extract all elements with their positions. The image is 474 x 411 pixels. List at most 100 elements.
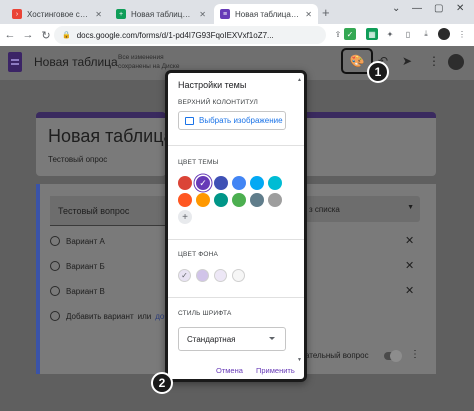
profile-avatar[interactable] [438,28,450,40]
radio-icon [50,261,60,271]
hosting-favicon-icon: › [12,9,22,19]
browser-tab-2[interactable]: + Новая таблица - Goo ✕ [110,4,212,24]
share-icon[interactable]: ⇪ [332,28,344,40]
question-title-field[interactable]: Тестовый вопрос [50,196,166,226]
sidebar-icon[interactable]: ▯ [402,28,414,40]
extension-sheets-icon[interactable]: ▦ [366,28,378,40]
send-icon[interactable]: ➤ [402,54,412,68]
bg-color-swatch-selected[interactable]: ✓ [178,269,191,282]
font-section-label: СТИЛЬ ШРИФТА [178,310,232,317]
panel-scrollbar[interactable]: ▲ ▼ [297,77,302,363]
save-status: Все изменения сохранены на Диске [118,54,180,70]
minimize-icon[interactable]: — [412,3,422,14]
panel-title: Настройки темы [178,80,247,90]
theme-color-swatch[interactable] [178,176,192,190]
image-icon [185,116,194,125]
forms-favicon-icon: ≡ [220,9,230,19]
theme-color-swatch[interactable] [268,176,282,190]
more-options-icon[interactable]: ⋮ [428,54,440,68]
account-avatar[interactable] [448,54,464,70]
step-badge-2: 2 [151,372,173,394]
remove-option-icon[interactable]: ✕ [405,234,414,247]
close-icon[interactable]: ✕ [95,10,102,19]
choose-image-label: Выбрать изображение [199,116,283,125]
scroll-up-icon[interactable]: ▲ [297,77,302,83]
cancel-button[interactable]: Отмена [216,366,243,375]
browser-menu-icon[interactable]: ⋮ [456,28,468,40]
theme-color-swatch[interactable] [268,193,282,207]
add-custom-color-icon[interactable]: + [178,210,192,224]
forward-icon[interactable]: → [20,29,36,41]
tab-search-icon[interactable]: ⌄ [392,3,400,14]
reload-icon[interactable]: ↻ [38,29,54,42]
theme-color-swatch[interactable] [250,176,264,190]
step-badge-1: 1 [367,61,389,83]
font-style-value: Стандартная [187,334,236,344]
question-type-select[interactable]: з списка ▼ [305,196,420,222]
choose-image-button[interactable]: Выбрать изображение [178,111,286,130]
theme-color-swatch[interactable] [196,193,210,207]
required-label: ательный вопрос [305,351,369,360]
option-label[interactable]: Вариант А [66,237,105,246]
bg-color-swatch[interactable] [196,269,209,282]
check-icon: ✓ [199,177,207,188]
theme-color-swatch[interactable] [250,193,264,207]
font-style-select[interactable]: Стандартная [178,327,286,351]
maximize-icon[interactable]: ▢ [434,3,443,14]
theme-color-swatch-selected[interactable]: ✓ [196,176,210,190]
theme-color-swatch[interactable] [214,176,228,190]
theme-color-swatch[interactable] [232,193,246,207]
dropdown-arrow-icon [269,337,275,340]
scroll-down-icon[interactable]: ▼ [297,357,302,363]
bg-color-swatch[interactable] [232,269,245,282]
form-title[interactable]: Новая таблица [48,126,174,147]
question-more-icon[interactable]: ⋮ [410,349,420,360]
tab-label: Новая таблица - Goo [131,9,193,19]
browser-tab-3-active[interactable]: ≡ Новая таблица - Goo ✕ [214,4,318,24]
apply-button[interactable]: Применить [256,366,295,375]
form-description[interactable]: Тестовый опрос [48,155,107,164]
back-icon[interactable]: ← [2,29,18,41]
extension-check-icon[interactable]: ✓ [344,28,356,40]
browser-tab-1[interactable]: › Хостинговое сообще ✕ [6,4,108,24]
window-close-icon[interactable]: ✕ [456,3,464,14]
tab-label: Хостинговое сообще [27,9,89,19]
theme-color-section-label: ЦВЕТ ТЕМЫ [178,159,219,166]
option-label[interactable]: Вариант В [66,287,105,296]
tab-label: Новая таблица - Goo [235,9,299,19]
radio-icon [50,286,60,296]
download-icon[interactable]: ⤓ [420,28,432,40]
url-text: docs.google.com/forms/d/1-pd4I7G93FqoIEX… [76,30,274,40]
document-title[interactable]: Новая таблица [34,55,118,69]
divider [168,145,304,146]
remove-option-icon[interactable]: ✕ [405,284,414,297]
bg-color-section-label: ЦВЕТ ФОНА [178,251,219,258]
theme-color-swatch[interactable] [214,193,228,207]
bg-color-swatch[interactable] [214,269,227,282]
google-forms-logo-icon[interactable] [8,52,22,72]
sheets-favicon-icon: + [116,9,126,19]
remove-option-icon[interactable]: ✕ [405,259,414,272]
theme-color-swatch[interactable] [178,193,192,207]
question-type-label: з списка [309,205,340,214]
browser-tabstrip: › Хостинговое сообще ✕ + Новая таблица -… [0,0,474,24]
radio-icon [50,236,60,246]
address-bar[interactable]: 🔒 docs.google.com/forms/d/1-pd4I7G93FqoI… [54,26,326,44]
theme-color-swatch[interactable] [232,176,246,190]
form-title-card-right [305,112,436,176]
option-label[interactable]: Вариант Б [66,262,105,271]
option-row[interactable]: Вариант А [50,236,105,246]
new-tab-icon[interactable]: + [322,5,330,20]
header-section-label: ВЕРХНИЙ КОЛОНТИТУЛ [178,99,258,106]
add-option-row[interactable]: Добавить вариант или доб [50,311,169,321]
option-row[interactable]: Вариант В [50,286,105,296]
extensions-puzzle-icon[interactable]: ✦ [384,28,396,40]
divider [168,297,304,298]
form-title-card[interactable]: Новая таблица Тестовый опрос [36,112,174,176]
close-icon[interactable]: ✕ [305,10,312,19]
option-row[interactable]: Вариант Б [50,261,105,271]
required-toggle[interactable] [384,350,402,362]
or-text: или [137,311,152,321]
close-icon[interactable]: ✕ [199,10,206,19]
add-option-link[interactable]: Добавить вариант [66,312,134,321]
